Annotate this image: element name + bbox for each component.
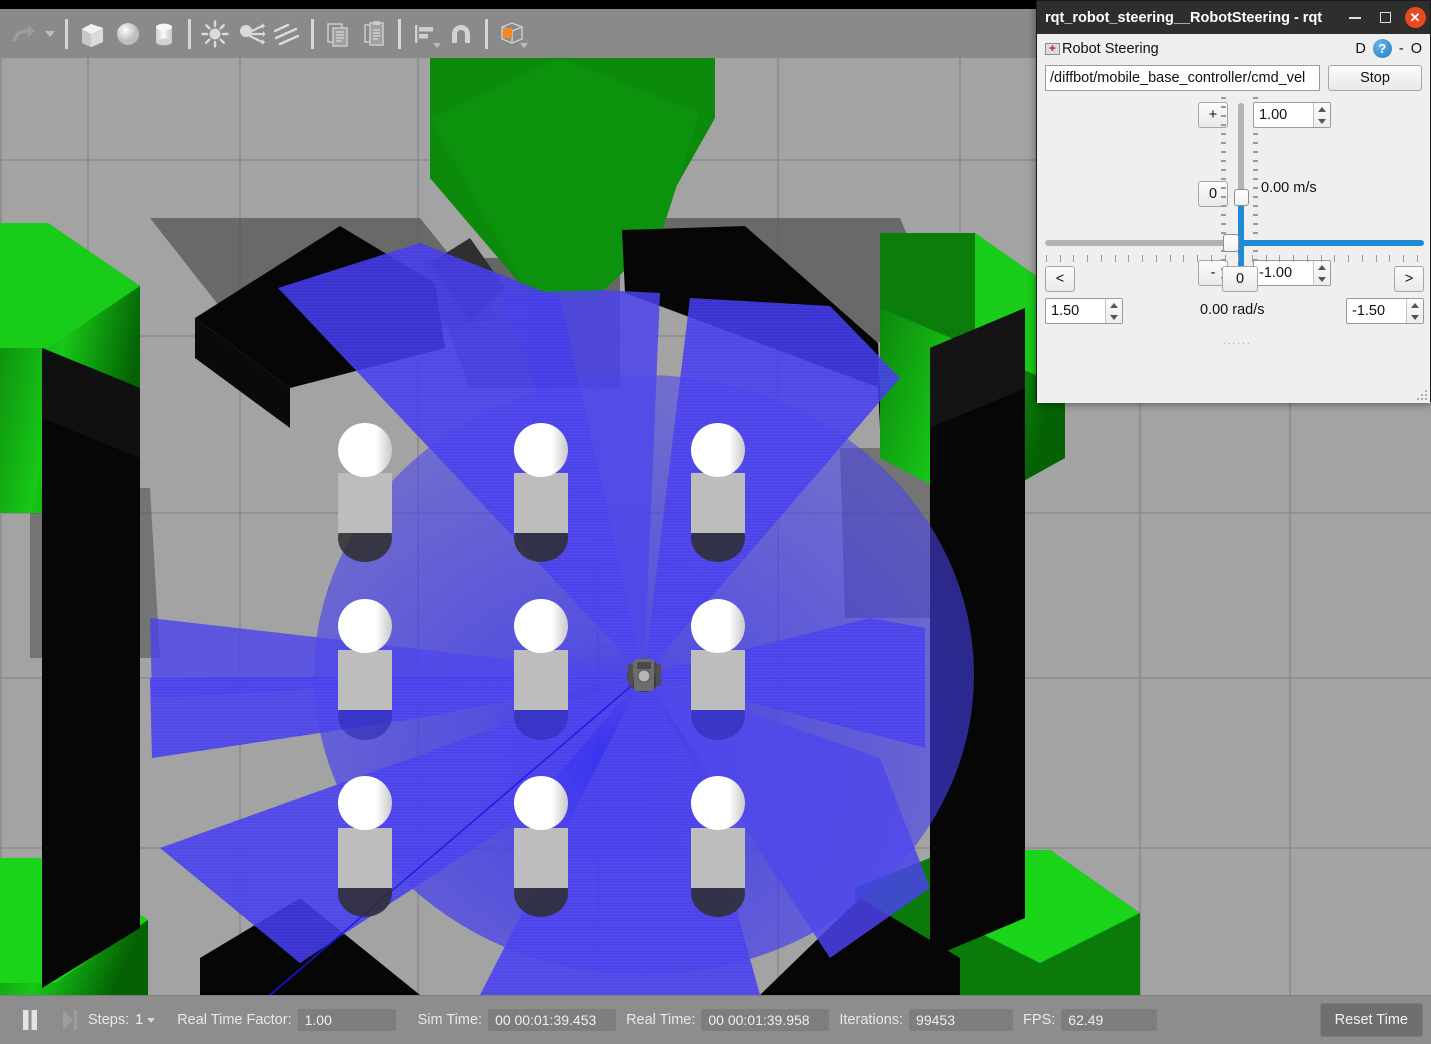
linear-max-spinbox[interactable] [1253,102,1331,128]
align-icon[interactable] [408,17,442,51]
cylinder [691,599,745,740]
window-title: rqt_robot_steering__RobotSteering - rqt [1045,10,1340,26]
fps-value: 62.49 [1061,1009,1157,1031]
window-resize-grip[interactable] [1415,388,1427,400]
angular-slider-track-left [1045,240,1231,246]
step-forward-icon[interactable] [52,996,88,1044]
steps-dropdown-caret-icon[interactable] [147,1018,155,1023]
cylinder-shape-icon[interactable] [147,17,181,51]
real-time-value: 00 00:01:39.958 [701,1009,829,1031]
panel-header: ✚ Robot Steering D ? - O [1045,34,1422,60]
copy-icon[interactable] [321,17,355,51]
help-icon[interactable]: ? [1373,39,1392,58]
directional-light-icon[interactable] [270,17,304,51]
linear-max-spin-arrows[interactable] [1313,103,1330,127]
minimize-button[interactable] [1340,1,1370,34]
panel-drag-grip[interactable]: ...... [1223,336,1252,347]
fps-label: FPS: [1023,1012,1055,1028]
stop-button[interactable]: Stop [1328,65,1422,91]
linear-max-input[interactable] [1254,103,1313,127]
real-time-factor-label: Real Time Factor: [177,1012,291,1028]
spin-down-icon[interactable] [1106,311,1122,323]
sim-time-value: 00 00:01:39.453 [488,1009,616,1031]
panel-undock-button[interactable]: O [1411,41,1422,57]
angular-slider-ticks [1046,255,1418,262]
toolbar-separator-3 [311,19,314,49]
cylinder [338,776,392,917]
spot-light-icon[interactable] [234,17,268,51]
panel-minimize-button[interactable]: - [1399,41,1404,57]
steps-label: Steps: [88,1012,129,1028]
angular-max-input[interactable] [1046,299,1105,323]
gazebo-status-bar: Steps: 1 Real Time Factor: 1.00 Sim Time… [0,995,1431,1044]
angular-min-spin-arrows[interactable] [1406,299,1423,323]
spin-up-icon[interactable] [1106,299,1122,311]
topic-row: Stop [1045,65,1422,91]
angular-min-spinbox[interactable] [1346,298,1424,324]
panel-title: Robot Steering [1062,41,1159,57]
linear-velocity-slider[interactable] [1234,103,1248,291]
view-cube-icon[interactable] [495,17,529,51]
close-button[interactable]: ✕ [1400,1,1430,34]
steps-value[interactable]: 1 [135,1012,155,1028]
angular-min-input[interactable] [1347,299,1406,323]
angular-velocity-slider[interactable] [1045,234,1424,252]
angular-slider-handle[interactable] [1223,234,1239,252]
angular-velocity-readout: 0.00 rad/s [1200,302,1265,318]
linear-velocity-readout: 0.00 m/s [1261,180,1317,196]
iterations-value: 99453 [909,1009,1013,1031]
spin-up-icon[interactable] [1314,103,1330,115]
box-shape-icon[interactable] [75,17,109,51]
maximize-button[interactable] [1370,1,1400,34]
angular-slider-track-right [1231,240,1424,246]
sim-time-label: Sim Time: [418,1012,482,1028]
minimize-icon [1349,17,1361,19]
angular-max-spinbox[interactable] [1045,298,1123,324]
iterations-label: Iterations: [839,1012,903,1028]
real-time-factor-value: 1.00 [298,1009,396,1031]
paste-icon[interactable] [357,17,391,51]
cylinder [514,423,568,562]
snap-magnet-icon[interactable] [444,17,478,51]
spin-down-icon[interactable] [1314,115,1330,127]
angular-left-button[interactable]: < [1045,266,1075,292]
angular-value-row: 0.00 rad/s [1045,298,1424,324]
rqt-robot-steering-window: rqt_robot_steering__RobotSteering - rqt … [1036,0,1431,402]
panel-header-actions: D ? - O [1355,39,1422,58]
dock-letter-button[interactable]: D [1355,41,1365,57]
reset-time-button[interactable]: Reset Time [1320,1003,1423,1037]
point-light-icon[interactable] [198,17,232,51]
toolbar-separator-4 [398,19,401,49]
toolbar-separator-5 [485,19,488,49]
close-icon: ✕ [1405,7,1426,28]
rqt-title-bar[interactable]: rqt_robot_steering__RobotSteering - rqt … [1037,1,1430,34]
angular-right-button[interactable]: > [1394,266,1424,292]
angular-max-spin-arrows[interactable] [1105,299,1122,323]
cylinder [338,599,392,740]
sphere-shape-icon[interactable] [111,17,145,51]
toolbar-separator-2 [188,19,191,49]
steps-number: 1 [135,1012,143,1028]
diffbot-robot [627,658,661,692]
linear-slider-track-upper [1238,103,1244,197]
dock-widget-icon: ✚ [1045,43,1060,55]
spin-down-icon[interactable] [1407,311,1423,323]
real-time-label: Real Time: [626,1012,695,1028]
pause-icon[interactable] [8,996,52,1044]
topic-input[interactable] [1045,65,1320,91]
maximize-icon [1380,12,1391,23]
cylinder [514,776,568,917]
toolbar-separator-1 [65,19,68,49]
redo-arrow-icon[interactable] [6,17,40,51]
redo-dropdown-caret-icon[interactable] [42,17,58,51]
cylinder [338,423,392,562]
angular-zero-button[interactable]: 0 [1222,266,1258,292]
cylinder [514,599,568,740]
linear-slider-handle[interactable] [1234,189,1249,206]
cylinder [691,423,745,562]
cylinder [691,776,745,917]
rqt-panel-body: ✚ Robot Steering D ? - O Stop + 0 - [1037,34,1430,403]
angular-button-row: < 0 > [1045,266,1424,292]
spin-up-icon[interactable] [1407,299,1423,311]
